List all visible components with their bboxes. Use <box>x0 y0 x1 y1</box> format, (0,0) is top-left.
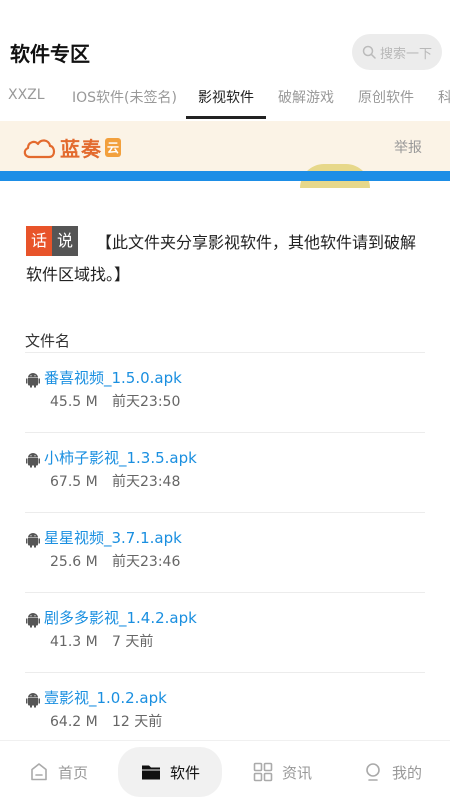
android-icon <box>26 533 40 548</box>
tab-original-software[interactable]: 原创软件 <box>358 87 414 107</box>
file-row[interactable]: 小柿子影视_1.3.5.apk 67.5 M 前天23:48 <box>25 447 425 527</box>
android-icon <box>26 453 40 468</box>
notice-tag-right: 说 <box>52 226 78 256</box>
file-row[interactable]: 番喜视频_1.5.0.apk 45.5 M 前天23:50 <box>25 367 425 447</box>
divider <box>25 512 425 513</box>
android-icon <box>26 613 40 628</box>
notice-text-line2: 软件区域找。】 <box>26 265 131 284</box>
banner-strip <box>0 171 450 181</box>
brand-name: 蓝奏 <box>60 137 102 161</box>
page-title: 软件专区 <box>10 42 90 66</box>
category-tabs: XXZL IOS软件(未签名) 影视软件 破解游戏 原创软件 科 <box>0 78 450 120</box>
file-name-link[interactable]: 星星视频_3.7.1.apk <box>44 527 182 548</box>
file-name-link[interactable]: 小柿子影视_1.3.5.apk <box>44 447 197 468</box>
nav-profile-label: 我的 <box>392 763 423 782</box>
file-name-link[interactable]: 壹影视_1.0.2.apk <box>44 687 167 708</box>
active-tab-indicator <box>186 116 266 119</box>
file-meta: 25.6 M 前天23:46 <box>50 551 180 571</box>
tab-video-software[interactable]: 影视软件 <box>198 87 254 107</box>
brand-badge: 云 <box>105 138 122 157</box>
file-time: 前天23:48 <box>112 474 181 490</box>
notice-tag: 话 说 <box>26 226 78 256</box>
search-input[interactable]: 搜索一下 <box>352 34 442 70</box>
nav-home-label: 首页 <box>58 763 89 782</box>
file-meta: 45.5 M 前天23:50 <box>50 391 180 411</box>
home-icon <box>31 763 47 781</box>
divider <box>25 432 425 433</box>
nav-profile[interactable]: 我的 <box>362 747 422 797</box>
file-size: 45.5 M <box>50 394 98 410</box>
folder-notice: 话 说 【此文件夹分享影视软件，其他软件请到破解 软件区域找。】 <box>26 226 426 284</box>
file-time: 7 天前 <box>112 634 154 650</box>
file-time: 前天23:46 <box>112 554 181 570</box>
file-time: 前天23:50 <box>112 394 181 410</box>
divider <box>25 592 425 593</box>
nav-software-label: 软件 <box>169 763 200 782</box>
divider <box>25 672 425 673</box>
file-meta: 64.2 M 12 天前 <box>50 711 162 731</box>
divider <box>25 352 425 353</box>
nav-news[interactable]: 资讯 <box>252 747 312 797</box>
header: 软件专区 搜索一下 <box>0 0 450 78</box>
column-header-filename: 文件名 <box>25 332 71 350</box>
grid-icon <box>253 762 273 782</box>
tab-more[interactable]: 科 <box>438 87 450 107</box>
file-name-link[interactable]: 番喜视频_1.5.0.apk <box>44 367 182 388</box>
tab-xxzl[interactable]: XXZL <box>8 87 45 103</box>
nav-software[interactable]: 软件 <box>118 747 222 797</box>
file-meta: 67.5 M 前天23:48 <box>50 471 180 491</box>
file-size: 64.2 M <box>50 714 98 730</box>
file-row[interactable]: 星星视频_3.7.1.apk 25.6 M 前天23:46 <box>25 527 425 607</box>
tab-cracked-games[interactable]: 破解游戏 <box>278 87 334 107</box>
android-icon <box>26 693 40 708</box>
nav-news-label: 资讯 <box>282 763 313 782</box>
nav-home[interactable]: 首页 <box>28 747 88 797</box>
notice-tag-left: 话 <box>26 226 52 256</box>
user-icon <box>366 763 380 781</box>
file-size: 67.5 M <box>50 474 98 490</box>
search-placeholder: 搜索一下 <box>380 46 433 62</box>
file-name-link[interactable]: 剧多多影视_1.4.2.apk <box>44 607 197 628</box>
bottom-nav: 首页 软件 资讯 我的 <box>0 740 450 800</box>
file-size: 41.3 M <box>50 634 98 650</box>
search-icon <box>362 45 376 59</box>
tab-ios-software[interactable]: IOS软件(未签名) <box>72 87 177 107</box>
brand-logo: 蓝奏 云 <box>22 133 122 162</box>
file-size: 25.6 M <box>50 554 98 570</box>
report-link[interactable]: 举报 <box>394 137 422 157</box>
file-row[interactable]: 剧多多影视_1.4.2.apk 41.3 M 7 天前 <box>25 607 425 687</box>
folder-icon <box>141 765 160 780</box>
android-icon <box>26 373 40 388</box>
file-time: 12 天前 <box>112 714 163 730</box>
notice-text-line1: 【此文件夹分享影视软件，其他软件请到破解 <box>96 233 417 252</box>
cloud-icon <box>23 138 56 158</box>
file-meta: 41.3 M 7 天前 <box>50 631 153 651</box>
